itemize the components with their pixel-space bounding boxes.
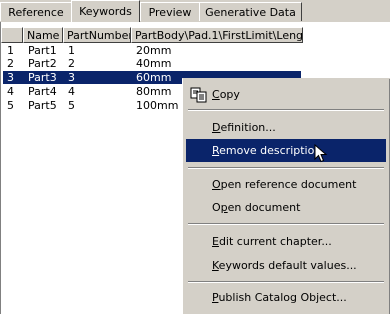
- row-index: 1: [7, 44, 14, 57]
- column-header-partnumber[interactable]: PartNumber: [63, 27, 131, 43]
- cell-name: Part2: [28, 57, 57, 70]
- cell-length: 40mm: [136, 57, 172, 70]
- mouse-cursor-icon: [314, 144, 328, 163]
- menu-item-open-document[interactable]: Open document: [186, 196, 386, 219]
- cell-partnumber: 1: [68, 44, 75, 57]
- table-row[interactable]: 2 Part2 2 40mm: [3, 57, 301, 70]
- cell-name: Part3: [28, 71, 57, 84]
- cell-partnumber: 3: [68, 71, 75, 84]
- cell-length: 20mm: [136, 44, 172, 57]
- cell-partnumber: 5: [68, 99, 75, 112]
- tab-preview[interactable]: Preview: [140, 2, 200, 21]
- menu-separator: [188, 223, 384, 225]
- row-index: 3: [7, 71, 14, 84]
- menu-item-copy[interactable]: Copy: [186, 83, 386, 106]
- menu-item-open-reference-document[interactable]: Open reference document: [186, 173, 386, 196]
- tab-bar: Reference Keywords Preview Generative Da…: [0, 0, 390, 22]
- header-corner[interactable]: [1, 27, 23, 43]
- column-header-name[interactable]: Name: [23, 27, 63, 43]
- cell-name: Part4: [28, 85, 57, 98]
- tab-generative-data[interactable]: Generative Data: [199, 2, 302, 21]
- tab-reference[interactable]: Reference: [0, 2, 72, 21]
- context-menu: Copy Definition... Remove description Op…: [182, 78, 390, 314]
- cell-partnumber: 2: [68, 57, 75, 70]
- menu-separator: [188, 281, 384, 283]
- row-index: 2: [7, 57, 14, 70]
- column-header-length[interactable]: PartBody\Pad.1\FirstLimit\Length: [131, 27, 303, 43]
- cell-partnumber: 4: [68, 85, 75, 98]
- menu-item-edit-current-chapter[interactable]: Edit current chapter...: [186, 230, 386, 253]
- menu-item-remove-description[interactable]: Remove description: [186, 139, 386, 162]
- menu-item-definition[interactable]: Definition...: [186, 116, 386, 139]
- cell-length: 60mm: [136, 71, 172, 84]
- tab-keywords[interactable]: Keywords: [71, 0, 140, 22]
- row-index: 5: [7, 99, 14, 112]
- cell-name: Part5: [28, 99, 57, 112]
- row-index: 4: [7, 85, 14, 98]
- menu-separator: [188, 109, 384, 111]
- table-row[interactable]: 1 Part1 1 20mm: [3, 44, 301, 57]
- copy-icon: [190, 87, 207, 103]
- menu-separator: [188, 167, 384, 169]
- cell-length: 80mm: [136, 85, 172, 98]
- cell-length: 100mm: [136, 99, 179, 112]
- menu-item-publish-catalog-object[interactable]: Publish Catalog Object...: [186, 286, 386, 309]
- cell-name: Part1: [28, 44, 57, 57]
- table-header: Name PartNumber PartBody\Pad.1\FirstLimi…: [1, 27, 303, 43]
- menu-item-keywords-default-values[interactable]: Keywords default values...: [186, 254, 386, 277]
